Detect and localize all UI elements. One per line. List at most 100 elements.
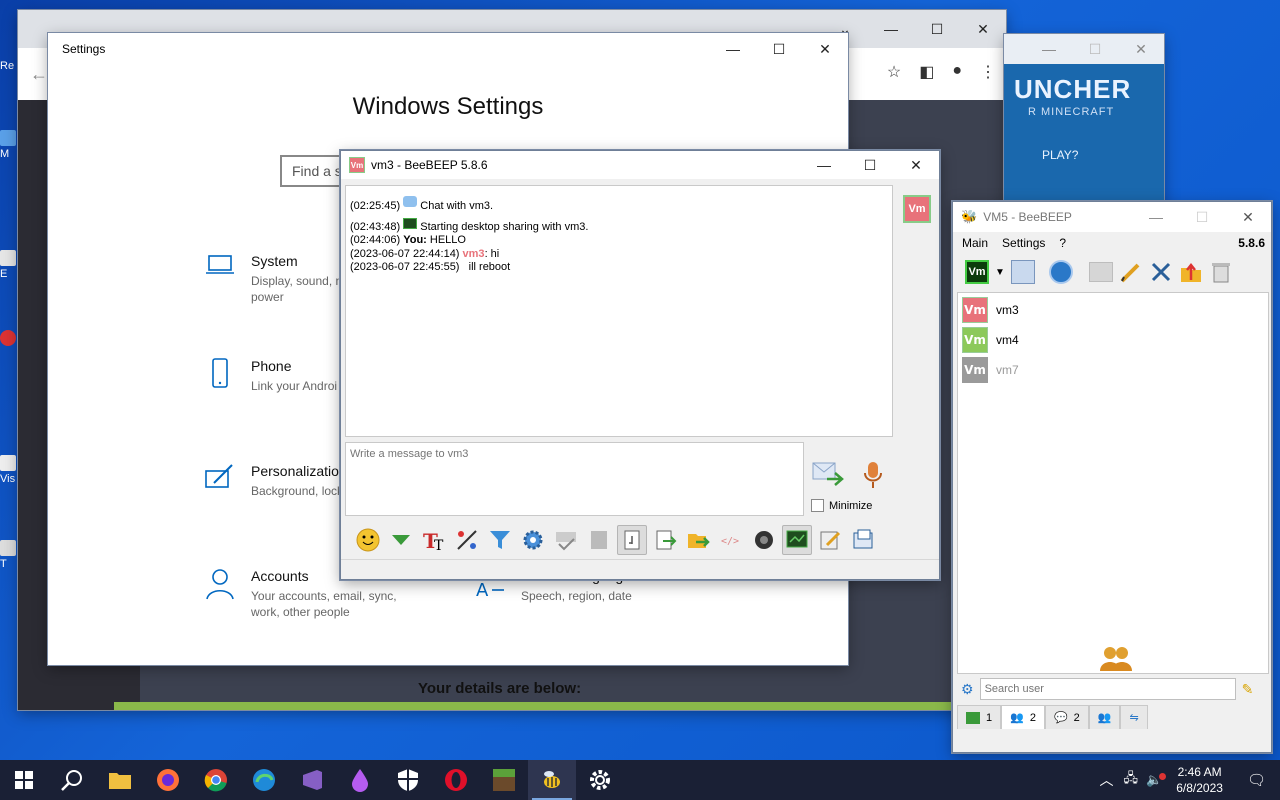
maximize-button[interactable]: ☐ — [1072, 34, 1118, 64]
close-button[interactable]: ✕ — [1118, 34, 1164, 64]
clear-search-icon[interactable]: ✎ — [1242, 681, 1254, 698]
tab-chats[interactable]: 💬 2 — [1044, 705, 1089, 729]
screenshot-icon[interactable] — [749, 525, 779, 555]
checkbox-box[interactable] — [811, 499, 824, 512]
notification-icon[interactable]: 🗨 — [1233, 771, 1280, 789]
beebeep-main-window[interactable]: 🐝 VM5 - BeeBEEP — ☐ ✕ Main Settings ? 5.… — [952, 201, 1272, 753]
settings-gear-icon[interactable] — [576, 760, 624, 800]
minimize-button[interactable]: — — [1026, 34, 1072, 64]
desktop-icon-m[interactable]: M — [0, 130, 20, 160]
pencil-icon[interactable] — [1119, 260, 1143, 284]
save-chat-icon[interactable] — [650, 525, 680, 555]
gear-icon[interactable] — [518, 525, 548, 555]
network-icon[interactable] — [1048, 260, 1073, 284]
search-user-input[interactable] — [979, 678, 1236, 700]
home-icon[interactable] — [1088, 262, 1113, 282]
user-row-vm3[interactable]: Vm vm3 — [962, 297, 1019, 323]
maximize-button[interactable]: ☐ — [914, 10, 960, 48]
search-icon[interactable] — [48, 760, 96, 800]
start-button[interactable] — [0, 760, 48, 800]
desktop-icon-vis[interactable]: Vis — [0, 455, 20, 485]
desktop-icon-t[interactable]: T — [0, 540, 20, 570]
file-explorer-icon[interactable] — [96, 760, 144, 800]
code-icon[interactable]: </> — [716, 525, 746, 555]
filter-icon[interactable] — [485, 525, 515, 555]
firefox-icon[interactable] — [144, 760, 192, 800]
tab-users[interactable]: 1 — [957, 705, 1002, 729]
member-avatar[interactable]: Vm — [903, 195, 931, 223]
detach-chat-icon[interactable] — [848, 525, 878, 555]
tab-share[interactable]: ⇋ — [1120, 705, 1148, 729]
chat-message-log[interactable]: (02:25:45) Chat with vm3. (02:43:48) Sta… — [345, 185, 893, 437]
clock[interactable]: 2:46 AM 6/8/2023 — [1166, 764, 1233, 796]
user-row-vm4[interactable]: Vm vm4 — [962, 327, 1019, 353]
user-list[interactable]: Vm vm3 Vm vm4 Vm vm7 — [957, 292, 1269, 674]
minimize-button[interactable]: — — [710, 33, 756, 65]
minimize-button[interactable]: — — [868, 10, 914, 48]
maximize-button[interactable]: ☐ — [756, 33, 802, 65]
maximize-button[interactable]: ☐ — [847, 151, 893, 179]
menu-icon[interactable]: ⋮ — [980, 62, 996, 82]
spellcheck-icon[interactable] — [551, 525, 581, 555]
desktop-share-icon[interactable] — [782, 525, 812, 555]
close-button[interactable]: ✕ — [960, 10, 1006, 48]
minimize-button[interactable]: — — [801, 151, 847, 179]
tab-workgroups[interactable]: 👥 — [1088, 705, 1121, 729]
speaker-muted-icon[interactable]: 🔈 — [1142, 772, 1167, 788]
minimize-button[interactable]: — — [1133, 202, 1179, 232]
emoji-icon[interactable] — [353, 525, 383, 555]
send-icon[interactable] — [811, 459, 845, 490]
menu-settings[interactable]: Settings — [1002, 236, 1045, 250]
tools-icon[interactable] — [1149, 260, 1173, 284]
network-icon[interactable]: 🖧 — [1120, 769, 1143, 791]
font-icon[interactable]: TT — [419, 525, 449, 555]
back-arrow-icon[interactable]: ← — [30, 64, 48, 85]
message-input[interactable] — [350, 448, 799, 460]
message-sender: vm3 — [462, 247, 485, 260]
security-icon[interactable] — [384, 760, 432, 800]
chrome-icon[interactable] — [192, 760, 240, 800]
user-row-vm7[interactable]: Vm vm7 — [962, 357, 1019, 383]
dropdown-arrow-icon[interactable] — [386, 525, 416, 555]
launcher-window[interactable]: — ☐ ✕ UNCHER R MINECRAFT PLAY? — [1004, 34, 1164, 214]
maximize-button[interactable]: ☐ — [1179, 202, 1225, 232]
profile-edit-icon[interactable] — [1010, 260, 1035, 284]
desktop-icon-em[interactable] — [0, 330, 20, 348]
trash-icon[interactable] — [1209, 260, 1233, 284]
star-icon[interactable]: ☆ — [887, 62, 901, 82]
clipboard-icon[interactable] — [617, 525, 647, 555]
tab-groups[interactable]: 👥 2 — [1001, 705, 1045, 729]
close-button[interactable]: ✕ — [1225, 202, 1271, 232]
profile-icon[interactable]: ● — [952, 62, 962, 82]
microphone-icon[interactable] — [863, 461, 883, 492]
main-titlebar[interactable]: 🐝 VM5 - BeeBEEP — ☐ ✕ — [953, 202, 1271, 232]
color-icon[interactable] — [452, 525, 482, 555]
beebeep-chat-window[interactable]: Vm vm3 - BeeBEEP 5.8.6 — ☐ ✕ (02:25:45) … — [340, 150, 940, 580]
status-avatar[interactable]: Vm — [965, 260, 989, 284]
chevron-up-icon[interactable]: ︿ — [1094, 770, 1120, 790]
paint-drop-icon[interactable] — [336, 760, 384, 800]
menu-main[interactable]: Main — [962, 236, 988, 250]
gear-icon[interactable]: ⚙ — [961, 681, 974, 698]
message-input-box[interactable] — [345, 442, 804, 516]
opera-icon[interactable] — [432, 760, 480, 800]
settings-titlebar[interactable]: Settings — ☐ ✕ — [48, 33, 848, 65]
desktop-icon-e[interactable]: E — [0, 250, 20, 280]
desktop-icon-recycle[interactable]: Re — [0, 60, 20, 72]
close-button[interactable]: ✕ — [802, 33, 848, 65]
edge-icon[interactable] — [240, 760, 288, 800]
close-button[interactable]: ✕ — [893, 151, 939, 179]
visual-studio-icon[interactable] — [288, 760, 336, 800]
chevron-down-icon[interactable]: ▼ — [995, 267, 1005, 278]
send-file-icon[interactable] — [683, 525, 713, 555]
menu-help[interactable]: ? — [1059, 236, 1066, 250]
share-folder-icon[interactable] — [1179, 260, 1203, 284]
minecraft-icon[interactable] — [480, 760, 528, 800]
minimize-checkbox[interactable]: Minimize — [811, 499, 872, 512]
dictionary-icon[interactable] — [584, 525, 614, 555]
beebeep-taskbar-icon[interactable] — [528, 760, 576, 800]
launcher-play[interactable]: PLAY? — [1042, 148, 1078, 162]
chat-titlebar[interactable]: Vm vm3 - BeeBEEP 5.8.6 — ☐ ✕ — [341, 151, 939, 179]
edit-note-icon[interactable] — [815, 525, 845, 555]
sidepanel-icon[interactable]: ◧ — [919, 62, 934, 82]
